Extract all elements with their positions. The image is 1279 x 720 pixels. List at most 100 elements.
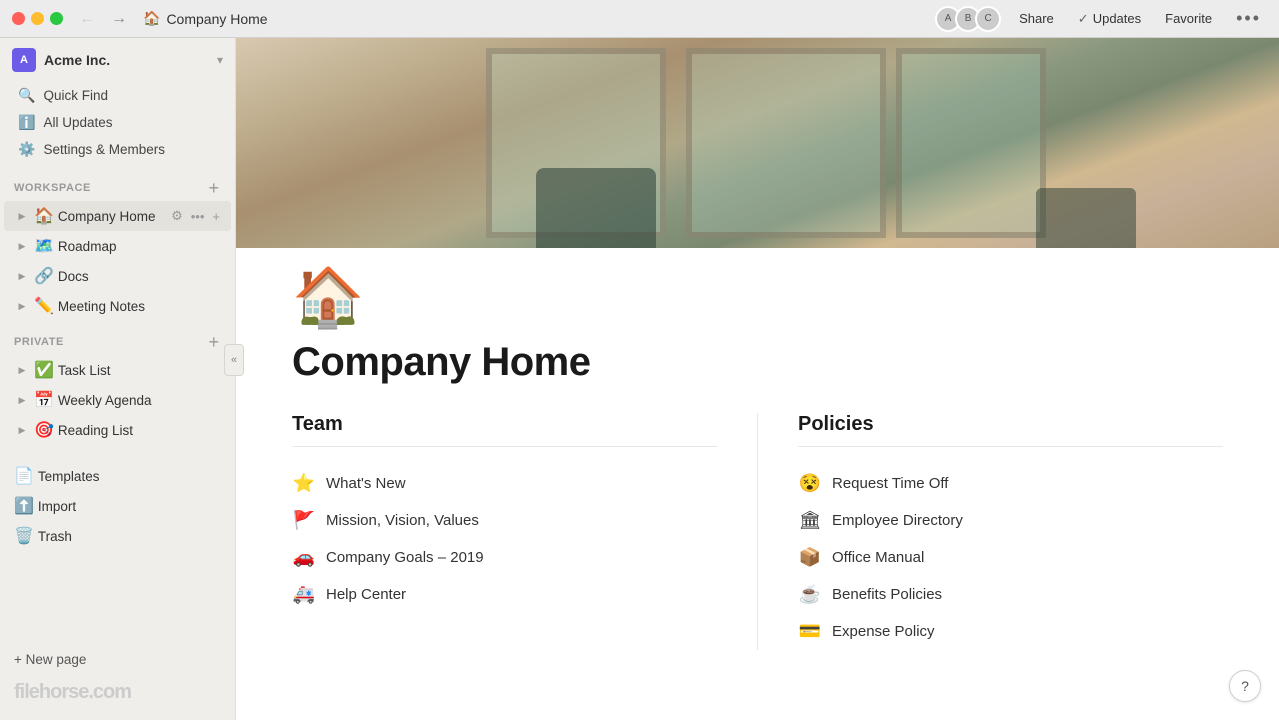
expense-policy-label: Expense Policy: [832, 623, 935, 640]
window-controls: [12, 12, 63, 25]
toggle-icon[interactable]: ▶: [14, 422, 30, 438]
building-icon: 🏛: [798, 510, 822, 531]
toggle-icon[interactable]: ▶: [14, 392, 30, 408]
private-add-button[interactable]: +: [206, 333, 221, 351]
team-section-title: Team: [292, 413, 717, 447]
office-manual-label: Office Manual: [832, 549, 924, 566]
box-icon: 📦: [798, 547, 822, 568]
sidebar-item-roadmap[interactable]: ▶ 🗺️ Roadmap: [4, 231, 231, 261]
sidebar-item-quick-find[interactable]: 🔍 Quick Find: [4, 82, 231, 109]
link-office-manual[interactable]: 📦 Office Manual: [798, 539, 1223, 576]
furniture-chair: [536, 168, 656, 248]
sidebar-company-home-label: Company Home: [58, 209, 164, 224]
docs-icon: 🔗: [34, 266, 54, 286]
more-button[interactable]: •••: [1230, 5, 1267, 32]
toggle-icon[interactable]: ▶: [14, 362, 30, 378]
gear-icon: ⚙️: [18, 141, 35, 158]
sidebar-item-all-updates[interactable]: ℹ️ All Updates: [4, 109, 231, 136]
sidebar-item-templates[interactable]: 📄 Templates: [4, 461, 231, 491]
sidebar-item-company-home[interactable]: ▶ 🏠 Company Home ⚙ ••• +: [4, 201, 231, 231]
link-company-goals[interactable]: 🚗 Company Goals – 2019: [292, 539, 717, 576]
link-request-time-off[interactable]: 😵 Request Time Off: [798, 465, 1223, 502]
link-employee-directory[interactable]: 🏛 Employee Directory: [798, 502, 1223, 539]
sidebar-nav-all-updates-label: All Updates: [43, 115, 112, 130]
link-help-center[interactable]: 🚑 Help Center: [292, 576, 717, 613]
task-list-icon: ✅: [34, 360, 54, 380]
employee-directory-label: Employee Directory: [832, 512, 963, 529]
sidebar-item-trash[interactable]: 🗑️ Trash: [4, 521, 231, 551]
sidebar-task-list-label: Task List: [58, 363, 223, 378]
sidebar-item-import[interactable]: ⬆️ Import: [4, 491, 231, 521]
policies-column: Policies 😵 Request Time Off 🏛 Employee D…: [757, 413, 1223, 650]
benefits-policies-label: Benefits Policies: [832, 586, 942, 603]
toggle-icon[interactable]: ▶: [14, 208, 30, 224]
sidebar-roadmap-label: Roadmap: [58, 239, 223, 254]
main-content: 🏠 Company Home Team ⭐ What's New 🚩 Missi…: [236, 0, 1279, 720]
sidebar-item-task-list[interactable]: ▶ ✅ Task List: [4, 355, 231, 385]
sidebar-nav-quick-find-label: Quick Find: [43, 88, 108, 103]
sidebar-docs-label: Docs: [58, 269, 223, 284]
share-button[interactable]: Share: [1013, 8, 1060, 29]
new-page-button[interactable]: + New page: [0, 646, 235, 673]
link-mission-vision[interactable]: 🚩 Mission, Vision, Values: [292, 502, 717, 539]
sidebar-item-weekly-agenda[interactable]: ▶ 📅 Weekly Agenda: [4, 385, 231, 415]
sidebar-item-reading-list[interactable]: ▶ 🎯 Reading List: [4, 415, 231, 445]
minimize-button[interactable]: [31, 12, 44, 25]
toggle-icon[interactable]: ▶: [14, 238, 30, 254]
sidebar: A Acme Inc. ▾ 🔍 Quick Find ℹ️ All Update…: [0, 0, 236, 720]
toggle-icon[interactable]: ▶: [14, 298, 30, 314]
workspace-icon: A: [12, 48, 36, 72]
collapse-sidebar-button[interactable]: «: [224, 344, 244, 376]
sidebar-item-meeting-notes[interactable]: ▶ ✏️ Meeting Notes: [4, 291, 231, 321]
company-home-icon: 🏠: [34, 206, 54, 226]
item-settings-button[interactable]: ⚙: [168, 207, 186, 225]
workspace-section-label: WORKSPACE: [14, 182, 91, 194]
toggle-icon[interactable]: ▶: [14, 268, 30, 284]
sidebar-meeting-notes-label: Meeting Notes: [58, 299, 223, 314]
workspace-chevron-icon: ▾: [217, 53, 223, 67]
star-icon: ⭐: [292, 473, 316, 494]
workspace-header[interactable]: A Acme Inc. ▾: [0, 38, 235, 78]
back-button[interactable]: ←: [75, 8, 99, 30]
item-add-button[interactable]: +: [209, 208, 223, 225]
updates-button[interactable]: ✓ Updates: [1072, 8, 1147, 30]
import-icon: ⬆️: [14, 496, 34, 516]
workspace-section-header: WORKSPACE +: [0, 167, 235, 201]
page-title: Company Home: [292, 340, 1279, 385]
workspace-add-button[interactable]: +: [206, 179, 221, 197]
titlebar-actions: A B C Share ✓ Updates Favorite •••: [935, 5, 1267, 32]
sidebar-item-settings[interactable]: ⚙️ Settings & Members: [4, 136, 231, 163]
furniture-item: [1036, 188, 1136, 248]
ambulance-icon: 🚑: [292, 584, 316, 605]
link-expense-policy[interactable]: 💳 Expense Policy: [798, 613, 1223, 650]
new-page-label: + New page: [14, 652, 86, 667]
avatars: A B C: [935, 6, 1001, 32]
forward-button[interactable]: →: [107, 8, 131, 30]
private-section-header: PRIVATE +: [0, 321, 235, 355]
page-breadcrumb: 🏠 Company Home: [143, 10, 935, 27]
item-more-button[interactable]: •••: [188, 208, 208, 225]
favorite-button[interactable]: Favorite: [1159, 8, 1218, 29]
credit-card-icon: 💳: [798, 621, 822, 642]
close-button[interactable]: [12, 12, 25, 25]
link-whats-new[interactable]: ⭐ What's New: [292, 465, 717, 502]
window-frame-2: [686, 48, 886, 238]
check-icon: ✓: [1078, 11, 1089, 27]
policies-links: 😵 Request Time Off 🏛 Employee Directory …: [798, 465, 1223, 650]
meeting-notes-icon: ✏️: [34, 296, 54, 316]
page-icon: 🏠: [292, 264, 1279, 332]
reading-list-icon: 🎯: [34, 420, 54, 440]
car-icon: 🚗: [292, 547, 316, 568]
titlebar: ← → 🏠 Company Home A B C Share ✓ Updates…: [0, 0, 1279, 38]
sidebar-item-docs[interactable]: ▶ 🔗 Docs: [4, 261, 231, 291]
templates-icon: 📄: [14, 466, 34, 486]
trash-icon: 🗑️: [14, 526, 34, 546]
maximize-button[interactable]: [50, 12, 63, 25]
request-time-off-label: Request Time Off: [832, 475, 948, 492]
help-button[interactable]: ?: [1229, 670, 1261, 702]
private-section-label: PRIVATE: [14, 336, 64, 348]
coffee-icon: ☕: [798, 584, 822, 605]
link-benefits-policies[interactable]: ☕ Benefits Policies: [798, 576, 1223, 613]
sidebar-footer: + New page filehorse.com: [0, 638, 235, 720]
sidebar-trash-label: Trash: [38, 529, 223, 544]
